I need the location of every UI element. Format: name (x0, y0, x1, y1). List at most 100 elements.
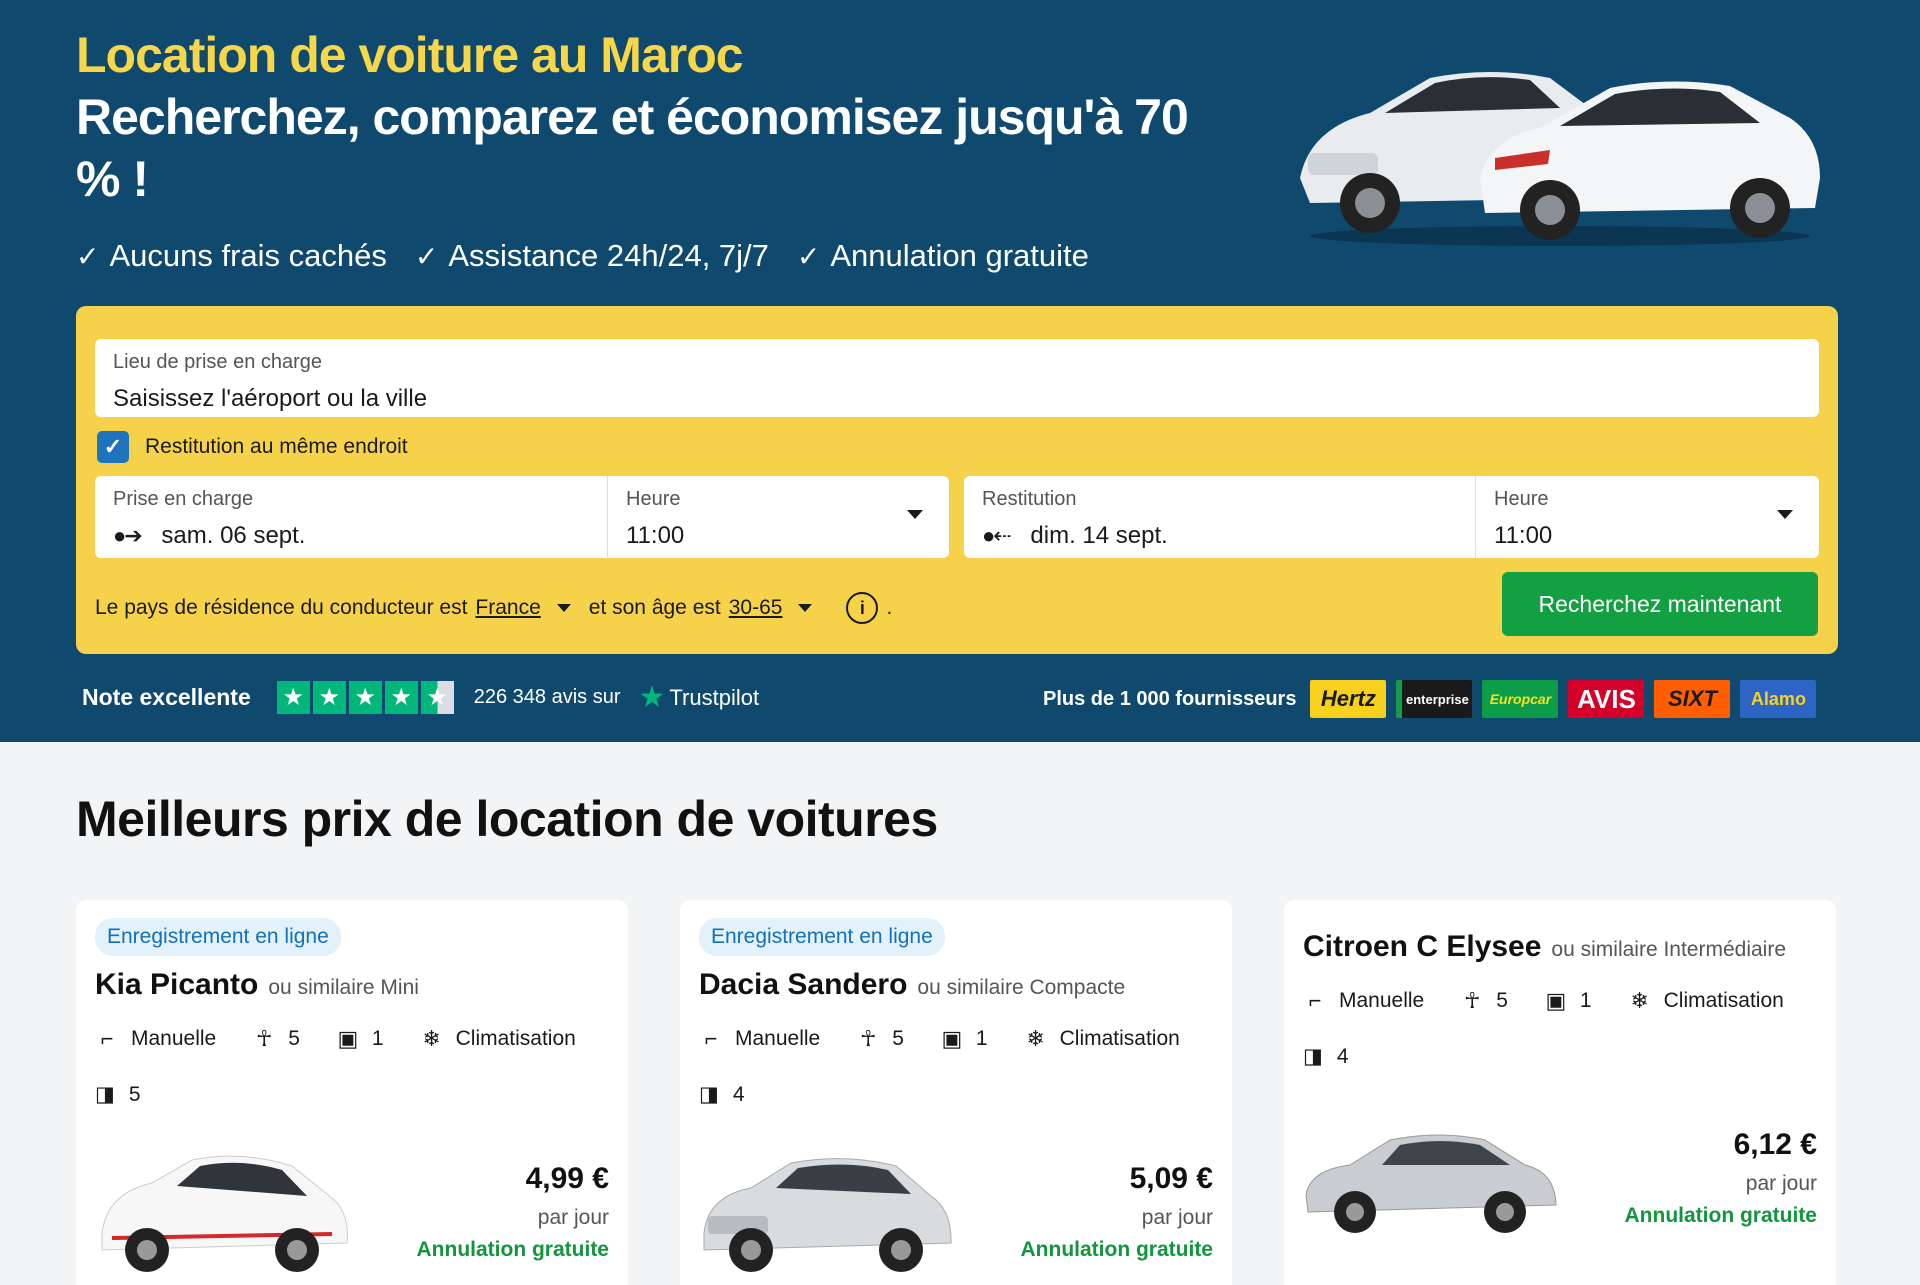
chevron-down-icon[interactable] (798, 604, 813, 612)
return-date-value: dim. 14 sept. (1030, 522, 1168, 549)
door-icon: ◨ (1303, 1045, 1323, 1068)
trustpilot-star-icon: ★ (638, 681, 666, 714)
person-icon: ☥ (1464, 988, 1481, 1013)
driver-country-text: Le pays de résidence du conducteur est (95, 596, 468, 619)
person-icon: ☥ (256, 1026, 273, 1051)
price-unit: par jour (1141, 1206, 1213, 1229)
doors-count: 4 (1336, 1044, 1349, 1068)
car-doors: ◨ 4 (1303, 1044, 1349, 1069)
return-time-label: Heure (1494, 488, 1549, 510)
car-image (1305, 1134, 1557, 1233)
suppliers-bar: Plus de 1 000 fournisseurs Hertz enterpr… (1043, 680, 1817, 718)
rating-stars: ★ ★ ★ ★ ★ (276, 681, 454, 714)
seats: 5 (1496, 989, 1508, 1012)
seats: 5 (892, 1027, 904, 1050)
star-icon: ★ (384, 681, 418, 714)
car-name: Citroen C Elysee (1303, 930, 1542, 963)
bags: 1 (975, 1027, 988, 1050)
price-unit: par jour (1745, 1172, 1817, 1195)
price: 6,12 € (1733, 1128, 1817, 1161)
price-unit: par jour (537, 1206, 609, 1229)
door-icon: ◨ (95, 1083, 115, 1106)
driver-country-select[interactable]: France (475, 596, 540, 620)
luggage-icon: ▣ (337, 1026, 359, 1051)
transmission: Manuelle (131, 1027, 217, 1050)
feature-item: ✓ Assistance 24h/24, 7j/7 (415, 238, 769, 274)
pickup-time-label: Heure (626, 488, 681, 510)
air-conditioning: Climatisation (1059, 1027, 1180, 1050)
return-time-value: 11:00 (1494, 522, 1553, 549)
hero-cars-image (1300, 72, 1820, 246)
feature-label: Annulation gratuite (830, 238, 1089, 273)
car-similar: ou similaire Mini (268, 976, 419, 999)
check-icon: ✓ (76, 240, 100, 272)
hero-title: Location de voiture au Maroc (76, 27, 744, 83)
free-cancellation: Annulation gratuite (1624, 1204, 1818, 1227)
trustpilot-name: Trustpilot (669, 684, 760, 710)
car-title: Dacia Sandero ou similaire Compacte (699, 968, 1125, 1002)
star-icon: ★ (312, 681, 346, 714)
feature-item: ✓ Annulation gratuite (797, 238, 1089, 274)
pickup-date-field[interactable]: Prise en charge ●➔ sam. 06 sept. (95, 476, 607, 558)
same-place-checkbox[interactable]: ✓ (97, 431, 129, 463)
person-icon: ☥ (860, 1026, 877, 1051)
star-icon: ★ (276, 681, 310, 714)
feature-item: ✓ Aucuns frais cachés (76, 238, 387, 274)
car-specs: ⌐ Manuelle ☥ 5 ▣ 1 ❄ Climatisation (1303, 988, 1784, 1014)
pickup-date-value: sam. 06 sept. (161, 522, 306, 549)
avis-logo: AVIS (1568, 680, 1645, 718)
car-similar: ou similaire Compacte (917, 976, 1126, 999)
hertz-logo: Hertz (1310, 680, 1387, 718)
pickup-time-select[interactable]: Heure 11:00 (607, 476, 949, 558)
trustpilot-logo[interactable]: ★ Trustpilot (639, 680, 760, 715)
pickup-time-value: 11:00 (626, 522, 685, 549)
return-time-select[interactable]: Heure 11:00 (1475, 476, 1819, 558)
pickup-arrow-icon: ●➔ (113, 523, 143, 548)
car-offer-card[interactable]: Citroen C Elysee ou similaire Intermédiai… (1284, 900, 1836, 1285)
car-image (101, 1155, 348, 1272)
feature-label: Assistance 24h/24, 7j/7 (448, 238, 769, 273)
air-conditioning: Climatisation (455, 1027, 576, 1050)
pickup-location-label: Lieu de prise en charge (113, 351, 323, 373)
car-title: Citroen C Elysee ou similaire Intermédiai… (1303, 930, 1786, 964)
car-doors: ◨ 5 (95, 1082, 141, 1107)
search-button[interactable]: Recherchez maintenant (1502, 572, 1818, 636)
car-image (703, 1158, 952, 1272)
feature-list: ✓ Aucuns frais cachés ✓ Assistance 24h/2… (76, 238, 1089, 274)
same-place-option[interactable]: ✓ Restitution au même endroit (97, 431, 408, 463)
price: 5,09 € (1129, 1162, 1213, 1195)
car-title: Kia Picanto ou similaire Mini (95, 968, 419, 1002)
car-specs: ⌐ Manuelle ☥ 5 ▣ 1 ❄ Climatisation (699, 1026, 1180, 1052)
luggage-icon: ▣ (1545, 988, 1567, 1013)
car-doors: ◨ 4 (699, 1082, 745, 1107)
rating-label: Note excellente (82, 684, 251, 710)
info-icon[interactable]: i (846, 592, 879, 624)
transmission: Manuelle (1339, 989, 1425, 1012)
same-place-label: Restitution au même endroit (145, 435, 408, 458)
star-icon: ★ (348, 681, 382, 714)
return-date-label: Restitution (982, 488, 1077, 510)
car-specs: ⌐ Manuelle ☥ 5 ▣ 1 ❄ Climatisation (95, 1026, 576, 1052)
pickup-location-input[interactable]: Saisissez l'aéroport ou la ville (113, 385, 427, 413)
free-cancellation: Annulation gratuite (1020, 1238, 1214, 1261)
chevron-down-icon (1777, 510, 1793, 519)
online-checkin-badge: Enregistrement en ligne (699, 918, 945, 956)
hero-subtitle: Recherchez, comparez et économisez jusqu… (76, 89, 1189, 207)
gearshift-icon: ⌐ (704, 1026, 718, 1051)
driver-info: Le pays de résidence du conducteur est F… (95, 592, 892, 624)
chevron-down-icon[interactable] (556, 604, 571, 612)
doors-count: 5 (128, 1082, 141, 1106)
driver-age-select[interactable]: 30-65 (729, 596, 783, 620)
seats: 5 (288, 1027, 300, 1050)
car-offer-card[interactable]: Enregistrement en ligne Kia Picanto ou si… (76, 900, 628, 1285)
return-date-field[interactable]: Restitution ●⇠ dim. 14 sept. (964, 476, 1475, 558)
car-name: Dacia Sandero (699, 968, 908, 1001)
car-offer-card[interactable]: Enregistrement en ligne Dacia Sandero ou … (680, 900, 1232, 1285)
chevron-down-icon (907, 510, 923, 519)
pickup-location-field[interactable]: Lieu de prise en charge Saisissez l'aéro… (95, 339, 1819, 417)
half-star-icon: ★ (420, 681, 454, 714)
bags: 1 (371, 1027, 384, 1050)
snowflake-icon: ❄ (422, 1026, 441, 1051)
door-icon: ◨ (699, 1083, 719, 1106)
free-cancellation: Annulation gratuite (416, 1238, 610, 1261)
